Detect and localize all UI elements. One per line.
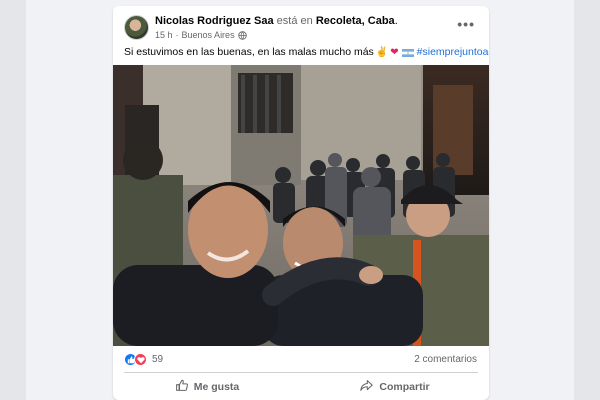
like-button[interactable]: Me gusta [113,374,301,400]
post-photo[interactable] [113,65,489,346]
more-options-button[interactable]: ••• [457,16,475,32]
hashtag-link[interactable]: #siemprejuntoacristina [417,46,489,58]
reaction-count: 59 [152,354,164,365]
post-body: Si estuvimos en las buenas, en las malas… [124,46,374,58]
thumbs-up-icon [175,379,188,395]
timestamp[interactable]: 15 h [155,30,173,40]
share-button[interactable]: Compartir [301,374,489,400]
reactions-summary[interactable]: 59 [124,353,163,366]
globe-icon [237,30,247,40]
page-background-left [0,0,26,400]
post-card: Nicolas Rodriguez Saa está en Recoleta, … [113,6,489,400]
post-stats: 59 2 comentarios [113,349,489,371]
post-header: Nicolas Rodriguez Saa está en Recoleta, … [113,6,489,42]
author-line: Nicolas Rodriguez Saa está en Recoleta, … [155,15,398,27]
location-link[interactable]: Recoleta, Caba [316,15,395,27]
comments-count-link[interactable]: 2 comentarios [414,354,477,365]
post-meta: 15 h · Buenos Aires [155,30,247,40]
author-name[interactable]: Nicolas Rodriguez Saa [155,15,274,27]
heart-icon: ❤ [390,46,399,58]
author-connector: está en [276,15,313,27]
avatar[interactable] [124,15,149,40]
share-arrow-icon [360,379,374,395]
actions-divider [124,372,478,373]
argentina-flag-icon [401,48,414,57]
victory-hand-icon: ✌ [375,46,389,58]
page-background-right [574,0,600,400]
like-label: Me gusta [193,381,240,393]
post-text: Si estuvimos en las buenas, en las malas… [124,46,489,58]
post-actions: Me gusta Compartir [113,374,489,400]
place-name: Buenos Aires [181,30,235,40]
share-label: Compartir [379,381,430,393]
meta-separator: · [175,30,179,40]
love-icon [134,353,147,366]
